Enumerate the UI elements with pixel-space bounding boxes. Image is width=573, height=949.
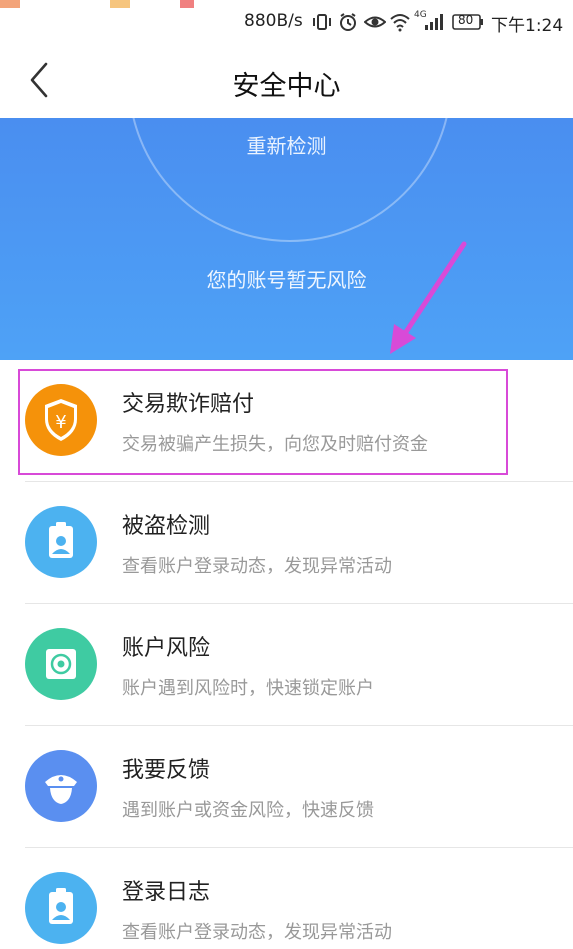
battery-level: 80 — [458, 13, 474, 27]
clock: 下午1:24 — [491, 16, 564, 36]
alarm-icon — [338, 12, 358, 37]
item-title: 被盗检测 — [122, 514, 211, 539]
status-bar: 880B/s 4G 80 下午1:24 — [0, 0, 573, 44]
lock-target-icon — [25, 628, 97, 700]
nav-bar: 安全中心 — [0, 44, 573, 118]
list-item-feedback[interactable]: 我要反馈 遇到账户或资金风险，快速反馈 — [0, 726, 573, 848]
item-title: 账户风险 — [122, 636, 211, 661]
wifi-icon — [389, 12, 411, 37]
item-subtitle: 查看账户登录动态，发现异常活动 — [122, 556, 392, 577]
list-item-theft-detection[interactable]: 被盗检测 查看账户登录动态，发现异常活动 — [0, 482, 573, 604]
recheck-button[interactable]: 重新检测 — [0, 130, 573, 159]
highlight-box — [18, 369, 508, 475]
item-title: 登录日志 — [122, 880, 211, 905]
item-subtitle: 查看账户登录动态，发现异常活动 — [122, 922, 392, 943]
item-subtitle: 遇到账户或资金风险，快速反馈 — [122, 800, 374, 821]
security-status-banner: 重新检测 您的账号暂无风险 — [0, 118, 573, 360]
status-bar-decoration — [110, 0, 130, 8]
page-title: 安全中心 — [232, 71, 341, 102]
status-bar-decoration — [0, 0, 20, 8]
status-bar-decoration — [180, 0, 194, 8]
badge-user-icon — [25, 872, 97, 944]
item-subtitle: 账户遇到风险时，快速锁定账户 — [122, 678, 374, 699]
badge-user-icon — [25, 506, 97, 578]
list-item-login-log[interactable]: 登录日志 查看账户登录动态，发现异常活动 — [0, 848, 573, 949]
signal-icon — [424, 12, 444, 37]
list-item-account-risk[interactable]: 账户风险 账户遇到风险时，快速锁定账户 — [0, 604, 573, 726]
item-title: 我要反馈 — [122, 758, 211, 783]
officer-icon — [25, 750, 97, 822]
vibrate-icon — [312, 12, 332, 37]
network-speed: 880B/s — [244, 11, 303, 31]
risk-status-text: 您的账号暂无风险 — [206, 268, 367, 292]
annotation-arrow-icon — [390, 241, 467, 354]
eye-icon — [363, 12, 387, 37]
